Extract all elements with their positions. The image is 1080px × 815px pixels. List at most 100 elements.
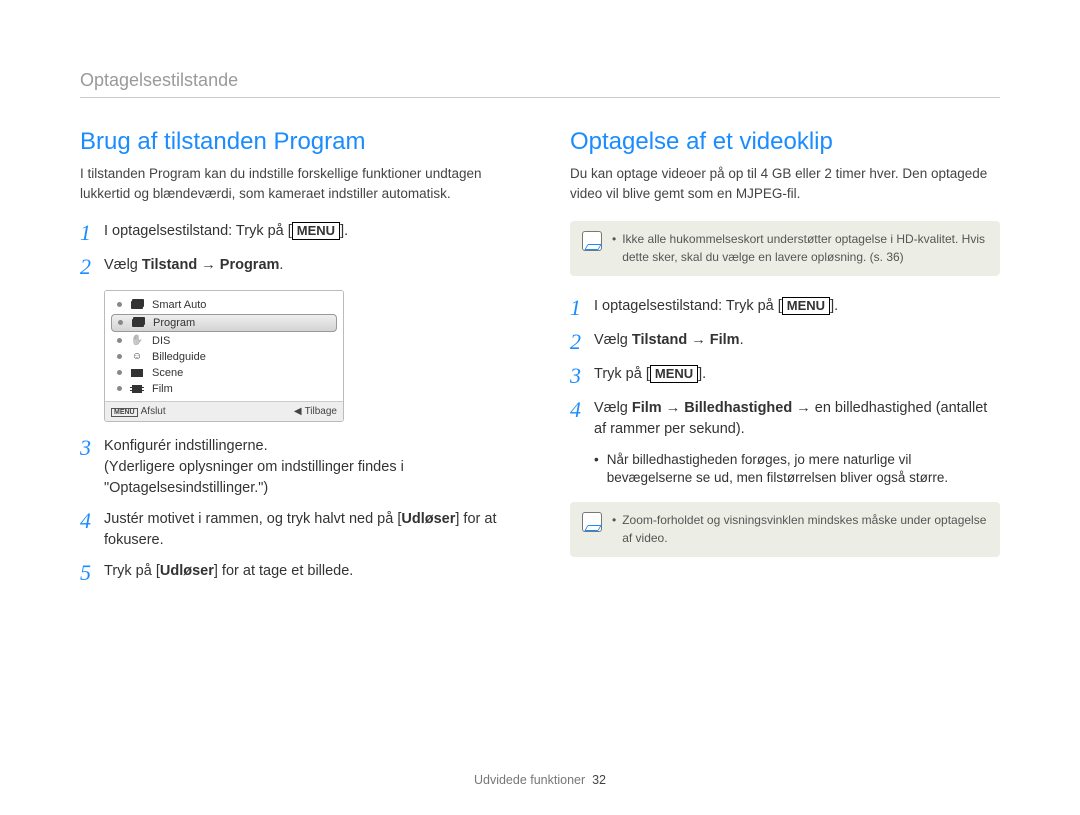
lcd-footer-left: MENUAfslut bbox=[111, 406, 166, 417]
right-step-4: 4 Vælg Film → Billedhastighed → en bille… bbox=[570, 398, 1000, 440]
left-step-4: 4 Justér motivet i rammen, og tryk halvt… bbox=[80, 509, 510, 551]
menu-button-label: MENU bbox=[292, 222, 340, 240]
breadcrumb: Optagelsestilstande bbox=[80, 70, 1000, 91]
camera-icon bbox=[130, 300, 144, 310]
text: Når billedhastigheden forøges, jo mere n… bbox=[607, 451, 1000, 489]
left-step-2: 2 Vælg Tilstand → Program. bbox=[80, 255, 510, 279]
bold-text: Udløser bbox=[160, 563, 214, 579]
text: Tilbage bbox=[305, 406, 337, 417]
lcd-label: Film bbox=[152, 383, 173, 395]
left-column: Brug af tilstanden Program I tilstanden … bbox=[80, 128, 510, 595]
step-number: 3 bbox=[570, 364, 594, 388]
right-step-4-sub: Når billedhastigheden forøges, jo mere n… bbox=[594, 451, 1000, 489]
dot-icon bbox=[117, 386, 122, 391]
dot-icon bbox=[117, 354, 122, 359]
text: Vælg bbox=[104, 257, 142, 273]
right-step-2: 2 Vælg Tilstand → Film. bbox=[570, 330, 1000, 354]
lcd-item-dis: DIS bbox=[109, 333, 339, 349]
step-number: 4 bbox=[80, 509, 104, 533]
scene-icon bbox=[130, 368, 144, 378]
right-step-3: 3 Tryk på [MENU]. bbox=[570, 364, 1000, 388]
step-text: I optagelsestilstand: Tryk på [MENU]. bbox=[104, 221, 510, 242]
left-intro: I tilstanden Program kan du indstille fo… bbox=[80, 164, 510, 203]
step-number: 1 bbox=[570, 296, 594, 320]
text: Vælg bbox=[594, 332, 632, 348]
note-icon bbox=[582, 512, 602, 532]
note-text: Zoom-forholdet og visningsvinklen mindsk… bbox=[612, 512, 988, 547]
camera-lcd-menu: Smart Auto Program DIS Billedguide Scene… bbox=[104, 290, 344, 422]
step-text: Tryk på [MENU]. bbox=[594, 364, 1000, 385]
lcd-item-smart-auto: Smart Auto bbox=[109, 297, 339, 313]
camera-icon bbox=[131, 318, 145, 328]
step-text: Vælg Tilstand → Film. bbox=[594, 330, 1000, 351]
text: Zoom-forholdet og visningsvinklen mindsk… bbox=[622, 512, 988, 547]
text: (Yderligere oplysninger om indstillinger… bbox=[104, 459, 404, 496]
right-step-1: 1 I optagelsestilstand: Tryk på [MENU]. bbox=[570, 296, 1000, 320]
lcd-item-film: Film bbox=[109, 381, 339, 397]
bold-text: Tilstand → Film bbox=[632, 332, 740, 348]
lcd-body: Smart Auto Program DIS Billedguide Scene… bbox=[105, 291, 343, 401]
text: Afslut bbox=[141, 406, 166, 417]
step-text: Justér motivet i rammen, og tryk halvt n… bbox=[104, 509, 510, 551]
dot-icon bbox=[118, 320, 123, 325]
left-step-1: 1 I optagelsestilstand: Tryk på [MENU]. bbox=[80, 221, 510, 245]
dot-icon bbox=[117, 302, 122, 307]
step-number: 4 bbox=[570, 398, 594, 422]
right-title: Optagelse af et videoklip bbox=[570, 128, 1000, 156]
note-text: Ikke alle hukommelseskort understøtter o… bbox=[612, 231, 988, 266]
right-intro: Du kan optage videoer på op til 4 GB ell… bbox=[570, 164, 1000, 203]
lcd-label: Scene bbox=[152, 367, 183, 379]
right-column: Optagelse af et videoklip Du kan optage … bbox=[570, 128, 1000, 595]
text: . bbox=[740, 332, 744, 348]
bold-text: Udløser bbox=[401, 511, 455, 527]
divider bbox=[80, 97, 1000, 98]
lcd-label: Smart Auto bbox=[152, 299, 206, 311]
text: Tryk på [ bbox=[104, 563, 160, 579]
lcd-label: Program bbox=[153, 317, 195, 329]
hand-icon bbox=[130, 336, 144, 346]
step-text: Tryk på [Udløser] for at tage et billede… bbox=[104, 561, 510, 582]
text: ]. bbox=[340, 223, 348, 239]
step-number: 1 bbox=[80, 221, 104, 245]
note-box-2: Zoom-forholdet og visningsvinklen mindsk… bbox=[570, 502, 1000, 557]
text: Ikke alle hukommelseskort understøtter o… bbox=[622, 231, 988, 266]
text: Tryk på [ bbox=[594, 366, 650, 382]
content-columns: Brug af tilstanden Program I tilstanden … bbox=[80, 128, 1000, 595]
step-number: 3 bbox=[80, 436, 104, 460]
bold-text: Film → Billedhastighed → bbox=[632, 400, 811, 416]
text: I optagelsestilstand: Tryk på [ bbox=[594, 298, 782, 314]
left-title: Brug af tilstanden Program bbox=[80, 128, 510, 156]
note-icon bbox=[582, 231, 602, 251]
lcd-label: DIS bbox=[152, 335, 170, 347]
step-text: Vælg Film → Billedhastighed → en billedh… bbox=[594, 398, 1000, 440]
face-icon bbox=[130, 352, 144, 362]
page-number: 32 bbox=[592, 773, 606, 787]
back-icon: ◀ bbox=[294, 406, 302, 417]
film-icon bbox=[130, 384, 144, 394]
menu-button-label: MENU bbox=[650, 365, 698, 383]
text: . bbox=[279, 257, 283, 273]
bold-text: Tilstand → Program bbox=[142, 257, 280, 273]
text: I optagelsestilstand: Tryk på [ bbox=[104, 223, 292, 239]
step-text: I optagelsestilstand: Tryk på [MENU]. bbox=[594, 296, 1000, 317]
lcd-item-scene: Scene bbox=[109, 365, 339, 381]
left-step-5: 5 Tryk på [Udløser] for at tage et bille… bbox=[80, 561, 510, 585]
lcd-footer-right: ◀Tilbage bbox=[294, 406, 337, 417]
footer-section: Udvidede funktioner bbox=[474, 773, 585, 787]
text: ]. bbox=[830, 298, 838, 314]
page-footer: Udvidede funktioner 32 bbox=[0, 773, 1080, 787]
text: Justér motivet i rammen, og tryk halvt n… bbox=[104, 511, 401, 527]
text: ]. bbox=[698, 366, 706, 382]
lcd-item-billedguide: Billedguide bbox=[109, 349, 339, 365]
mini-menu-icon: MENU bbox=[111, 408, 138, 417]
dot-icon bbox=[117, 338, 122, 343]
step-text: Vælg Tilstand → Program. bbox=[104, 255, 510, 276]
lcd-item-program: Program bbox=[111, 314, 337, 332]
menu-button-label: MENU bbox=[782, 297, 830, 315]
step-number: 2 bbox=[80, 255, 104, 279]
step-number: 5 bbox=[80, 561, 104, 585]
dot-icon bbox=[117, 370, 122, 375]
text: Vælg bbox=[594, 400, 632, 416]
step-text: Konfigurér indstillingerne. (Yderligere … bbox=[104, 436, 510, 499]
text: Konfigurér indstillingerne. bbox=[104, 438, 268, 454]
